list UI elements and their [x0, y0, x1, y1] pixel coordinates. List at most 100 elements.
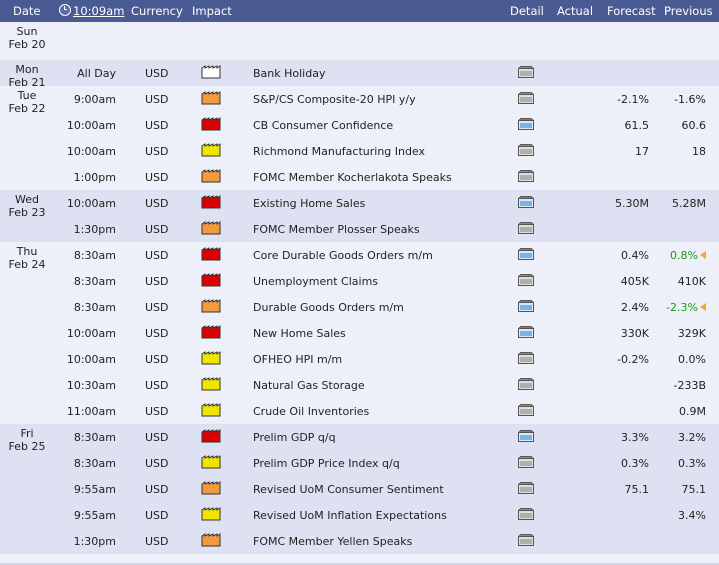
event-row[interactable]: 11:00am USD Crude Oil Inventories 0.9M: [0, 398, 719, 424]
event-row[interactable]: 8:30am USD Prelim GDP q/q 3.3% 3.2%: [0, 424, 719, 450]
col-currency: Currency: [131, 4, 183, 18]
detail-folder-icon[interactable]: [518, 456, 534, 468]
event-row[interactable]: 8:30am USD Prelim GDP Price Index q/q 0.3% 0…: [0, 450, 719, 476]
event-currency: USD: [145, 327, 169, 340]
detail-folder-icon[interactable]: [518, 92, 534, 104]
day-group: Sun Feb 20: [0, 22, 719, 60]
event-currency: USD: [145, 483, 169, 496]
previous-value: 3.4%: [678, 509, 706, 522]
event-time: 8:30am: [73, 249, 116, 262]
impact-high-icon: [201, 429, 221, 443]
event-currency: USD: [145, 197, 169, 210]
event-currency: USD: [145, 93, 169, 106]
event-time: 8:30am: [73, 457, 116, 470]
event-currency: USD: [145, 431, 169, 444]
detail-folder-icon[interactable]: [518, 222, 534, 234]
event-name: New Home Sales: [253, 327, 346, 340]
revised-flag-icon[interactable]: [700, 303, 706, 311]
detail-folder-icon[interactable]: [518, 144, 534, 156]
detail-folder-icon[interactable]: [518, 508, 534, 520]
detail-folder-icon[interactable]: [518, 170, 534, 182]
event-row[interactable]: 9:55am USD Revised UoM Inflation Expectati…: [0, 502, 719, 528]
day-name: Sun: [16, 25, 38, 38]
event-row[interactable]: 10:00am USD New Home Sales 330K 329K: [0, 320, 719, 346]
detail-folder-icon[interactable]: [518, 248, 534, 260]
detail-folder-icon[interactable]: [518, 352, 534, 364]
event-forecast: 61.5: [624, 119, 650, 132]
event-forecast: -2.1%: [617, 93, 649, 106]
event-forecast: 0.3%: [621, 457, 649, 470]
impact-medium-icon: [201, 221, 221, 235]
previous-value: 0.0%: [678, 353, 706, 366]
revised-flag-icon[interactable]: [700, 251, 706, 259]
detail-folder-icon[interactable]: [518, 378, 534, 390]
event-name: Core Durable Goods Orders m/m: [253, 249, 433, 262]
event-name: FOMC Member Plosser Speaks: [253, 223, 420, 236]
day-group: Mon Feb 21 All Day USD Bank Holiday: [0, 60, 719, 89]
event-currency: USD: [145, 119, 169, 132]
event-previous: 60.6: [650, 119, 707, 132]
event-row[interactable]: 8:30am USD Durable Goods Orders m/m 2.4% -2.…: [0, 294, 719, 320]
impact-low-icon: [201, 403, 221, 417]
event-name: FOMC Member Yellen Speaks: [253, 535, 413, 548]
day-label: Sun Feb 20: [0, 25, 54, 51]
event-row[interactable]: 10:00am USD OFHEO HPI m/m -0.2% 0.0%: [0, 346, 719, 372]
impact-medium-icon: [201, 169, 221, 183]
event-time: 10:00am: [66, 197, 116, 210]
detail-folder-icon[interactable]: [518, 118, 534, 130]
event-row[interactable]: 10:30am USD Natural Gas Storage -233B: [0, 372, 719, 398]
col-date[interactable]: Date: [13, 4, 41, 18]
current-time-link[interactable]: 10:09am: [59, 4, 124, 18]
event-forecast: 3.3%: [621, 431, 649, 444]
previous-value: 410K: [677, 275, 706, 288]
event-row[interactable]: All Day USD Bank Holiday: [0, 60, 719, 86]
event-time: 11:00am: [66, 405, 116, 418]
event-row[interactable]: 1:30pm USD FOMC Member Yellen Speaks: [0, 528, 719, 554]
event-row[interactable]: 10:00am USD Existing Home Sales 5.30M 5.28M: [0, 190, 719, 216]
event-row[interactable]: 9:00am USD S&P/CS Composite-20 HPI y/y -2.1…: [0, 86, 719, 112]
impact-medium-icon: [201, 481, 221, 495]
event-currency: USD: [145, 145, 169, 158]
detail-folder-icon[interactable]: [518, 66, 534, 78]
event-currency: USD: [145, 457, 169, 470]
event-currency: USD: [145, 249, 169, 262]
event-currency: USD: [145, 535, 169, 548]
event-row[interactable]: 10:00am USD Richmond Manufacturing Index 17…: [0, 138, 719, 164]
detail-folder-icon[interactable]: [518, 430, 534, 442]
event-currency: USD: [145, 171, 169, 184]
detail-folder-icon[interactable]: [518, 196, 534, 208]
previous-value: -2.3%: [666, 301, 698, 314]
event-currency: USD: [145, 509, 169, 522]
previous-value: 60.6: [681, 119, 707, 132]
previous-value: 5.28M: [672, 197, 706, 210]
calendar-body: Sun Feb 20 Mon Feb 21 All Day USD Bank Holiday…: [0, 22, 719, 554]
event-previous: 75.1: [650, 483, 707, 496]
previous-value: -233B: [673, 379, 706, 392]
event-row[interactable]: 8:30am USD Core Durable Goods Orders m/m 0.…: [0, 242, 719, 268]
detail-folder-icon[interactable]: [518, 326, 534, 338]
impact-high-icon: [201, 273, 221, 287]
event-row[interactable]: 8:30am USD Unemployment Claims 405K 410K: [0, 268, 719, 294]
event-name: Natural Gas Storage: [253, 379, 365, 392]
event-row[interactable]: 1:30pm USD FOMC Member Plosser Speaks: [0, 216, 719, 242]
detail-folder-icon[interactable]: [518, 482, 534, 494]
event-previous: 3.4%: [650, 509, 706, 522]
event-time: 10:00am: [66, 327, 116, 340]
event-time: 1:30pm: [73, 535, 116, 548]
event-previous: 18: [650, 145, 706, 158]
event-name: Crude Oil Inventories: [253, 405, 370, 418]
event-row[interactable]: 9:55am USD Revised UoM Consumer Sentiment 7…: [0, 476, 719, 502]
detail-folder-icon[interactable]: [518, 274, 534, 286]
event-previous: -1.6%: [650, 93, 706, 106]
event-name: Revised UoM Consumer Sentiment: [253, 483, 444, 496]
event-time: 9:55am: [73, 483, 116, 496]
detail-folder-icon[interactable]: [518, 300, 534, 312]
event-previous: 329K: [650, 327, 706, 340]
event-row[interactable]: 1:00pm USD FOMC Member Kocherlakota Speaks: [0, 164, 719, 190]
event-row[interactable]: 10:00am USD CB Consumer Confidence 61.5 60.6: [0, 112, 719, 138]
detail-folder-icon[interactable]: [518, 404, 534, 416]
event-currency: USD: [145, 301, 169, 314]
detail-folder-icon[interactable]: [518, 534, 534, 546]
event-previous: 5.28M: [650, 197, 706, 210]
col-previous: Previous: [664, 4, 713, 18]
